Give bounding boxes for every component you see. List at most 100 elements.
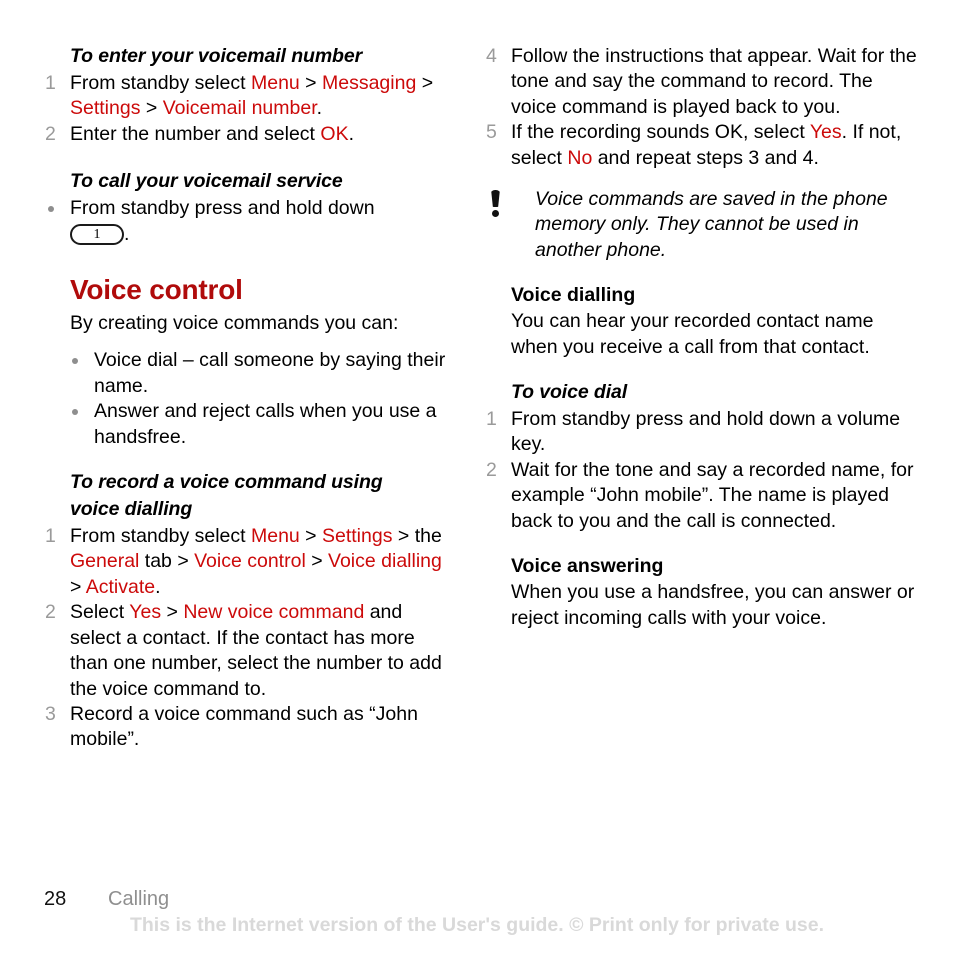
step-text: From standby select Menu > Settings > th…: [70, 525, 442, 598]
bullet-dot-icon: [48, 206, 54, 213]
voice-answering-body: When you use a handsfree, you can answer…: [511, 581, 915, 629]
list-item: 3 Record a voice command such as “John m…: [42, 702, 457, 753]
bullets-call-voicemail-service: From standby press and hold down 1.: [42, 196, 457, 247]
menu-path-token: OK: [320, 122, 349, 145]
bullet-text: Answer and reject calls when you use a h…: [94, 400, 437, 448]
step-text: Follow the instructions that appear. Wai…: [511, 45, 917, 118]
step-number: 1: [45, 525, 56, 548]
list-item: 2 Wait for the tone and say a recorded n…: [483, 458, 919, 534]
voice-control-capability-list: Voice dial – call someone by saying thei…: [42, 348, 457, 450]
list-item: 1 From standby select Menu > Settings > …: [42, 524, 457, 600]
menu-path-token: Menu: [250, 72, 300, 94]
voice-dialling-body: You can hear your recorded contact name …: [511, 310, 874, 358]
body-text-run: If the recording sounds OK, select: [511, 121, 810, 144]
heading-voice-dialling: Voice dialling: [511, 284, 636, 307]
bullet-dot-icon: [72, 358, 78, 365]
body-text-run: Record a voice command such as “John mob…: [70, 702, 418, 751]
body-text-run: Wait for the tone and say a recorded nam…: [511, 458, 914, 532]
steps-record-voice-command-continued: 4 Follow the instructions that appear. W…: [483, 44, 919, 171]
menu-path-token: New voice command: [183, 601, 365, 624]
body-text-run: From standby select: [70, 72, 251, 94]
step-text: Select Yes > New voice command and selec…: [70, 601, 442, 699]
bullet-text: Voice dial – call someone by saying thei…: [94, 349, 446, 397]
step-number: 1: [486, 408, 497, 431]
note-block: Voice commands are saved in the phone me…: [483, 187, 919, 263]
body-text-run: and repeat steps 3 and 4.: [592, 146, 819, 169]
menu-path-token: Settings: [322, 525, 393, 548]
list-item: 5 If the recording sounds OK, select Yes…: [483, 120, 919, 171]
menu-path-token: Yes: [809, 121, 842, 144]
exclamation-icon: [489, 190, 502, 218]
steps-voice-dial: 1 From standby press and hold down a vol…: [483, 407, 919, 534]
body-text-run: Follow the instructions that appear. Wai…: [511, 45, 917, 118]
step-text: Wait for the tone and say a recorded nam…: [511, 459, 914, 532]
manual-page: To enter your voicemail number 1 From st…: [0, 0, 954, 954]
menu-path-token: Messaging: [322, 72, 417, 94]
step-text: From standby press and hold down a volum…: [511, 408, 900, 455]
exclamation-dot: [492, 210, 499, 218]
menu-path-token: Voice dialling: [328, 550, 442, 573]
internet-version-watermark: This is the Internet version of the User…: [129, 914, 825, 936]
step-text: From standby select Menu > Messaging > S…: [70, 72, 433, 119]
note-text: Voice commands are saved in the phone me…: [535, 188, 888, 261]
menu-path-token: Activate: [85, 575, 156, 598]
body-text-run: >: [161, 601, 184, 624]
body-text-run: tab >: [139, 550, 195, 573]
steps-enter-voicemail-number: 1 From standby select Menu > Messaging >…: [42, 71, 457, 147]
step-number: 4: [486, 45, 497, 67]
body-text-run: >: [299, 525, 322, 548]
step-number: 5: [486, 121, 497, 144]
chapter-name: Calling: [108, 888, 170, 910]
list-item: Voice dial – call someone by saying thei…: [42, 348, 457, 399]
body-text-run: Enter the number and select: [70, 122, 321, 145]
list-item: Answer and reject calls when you use a h…: [42, 399, 457, 450]
two-column-body: To enter your voicemail number 1 From st…: [0, 44, 954, 753]
body-text-run: >: [416, 72, 434, 94]
step-number: 2: [45, 122, 56, 145]
exclamation-stem: [491, 190, 500, 208]
step-number: 2: [45, 601, 56, 624]
body-text-run: From standby press and hold down a volum…: [511, 408, 901, 456]
page-number: 28: [44, 888, 67, 910]
body-text-run: Select: [70, 601, 130, 624]
keycap-1: 1: [70, 223, 124, 245]
body-text-run: From standby select: [70, 525, 251, 548]
step-number: 3: [45, 702, 56, 725]
menu-path-token: Voicemail number: [162, 97, 317, 120]
heading-to-voice-dial: To voice dial: [511, 381, 628, 404]
menu-path-token: Voice control: [194, 550, 306, 573]
list-item: 2 Select Yes > New voice command and sel…: [42, 600, 457, 702]
body-text-run: .: [155, 575, 161, 598]
list-item: From standby press and hold down 1.: [42, 196, 457, 247]
list-item: 1 From standby select Menu > Messaging >…: [42, 71, 457, 122]
step-text: If the recording sounds OK, select Yes. …: [511, 121, 901, 168]
menu-path-token: Settings: [70, 97, 141, 120]
body-text-run: .: [348, 122, 355, 145]
menu-path-token: No: [567, 146, 593, 169]
step-number: 1: [45, 72, 56, 94]
bullet-text-tail: .: [124, 222, 130, 245]
list-item: 4 Follow the instructions that appear. W…: [483, 44, 919, 120]
body-text-run: >: [70, 575, 86, 598]
menu-path-token: Yes: [129, 601, 162, 624]
list-item: 1 From standby press and hold down a vol…: [483, 407, 919, 458]
body-text-run: >: [140, 97, 163, 120]
steps-record-voice-command: 1 From standby select Menu > Settings > …: [42, 524, 457, 753]
body-text-run: >: [305, 550, 329, 573]
bullet-text: From standby press and hold down: [70, 197, 375, 220]
step-number: 2: [486, 458, 497, 481]
body-text-run: >: [299, 72, 322, 94]
list-item: 2 Enter the number and select OK.: [42, 122, 457, 147]
step-text: Enter the number and select OK.: [70, 123, 354, 145]
body-text-run: .: [316, 97, 323, 120]
heading-voice-answering: Voice answering: [511, 555, 664, 578]
menu-path-token: Menu: [250, 525, 300, 548]
page-footer: 28 Calling This is the Internet version …: [0, 886, 954, 954]
body-text-run: > the: [392, 525, 442, 548]
step-text: Record a voice command such as “John mob…: [70, 703, 418, 750]
menu-path-token: General: [70, 550, 140, 573]
